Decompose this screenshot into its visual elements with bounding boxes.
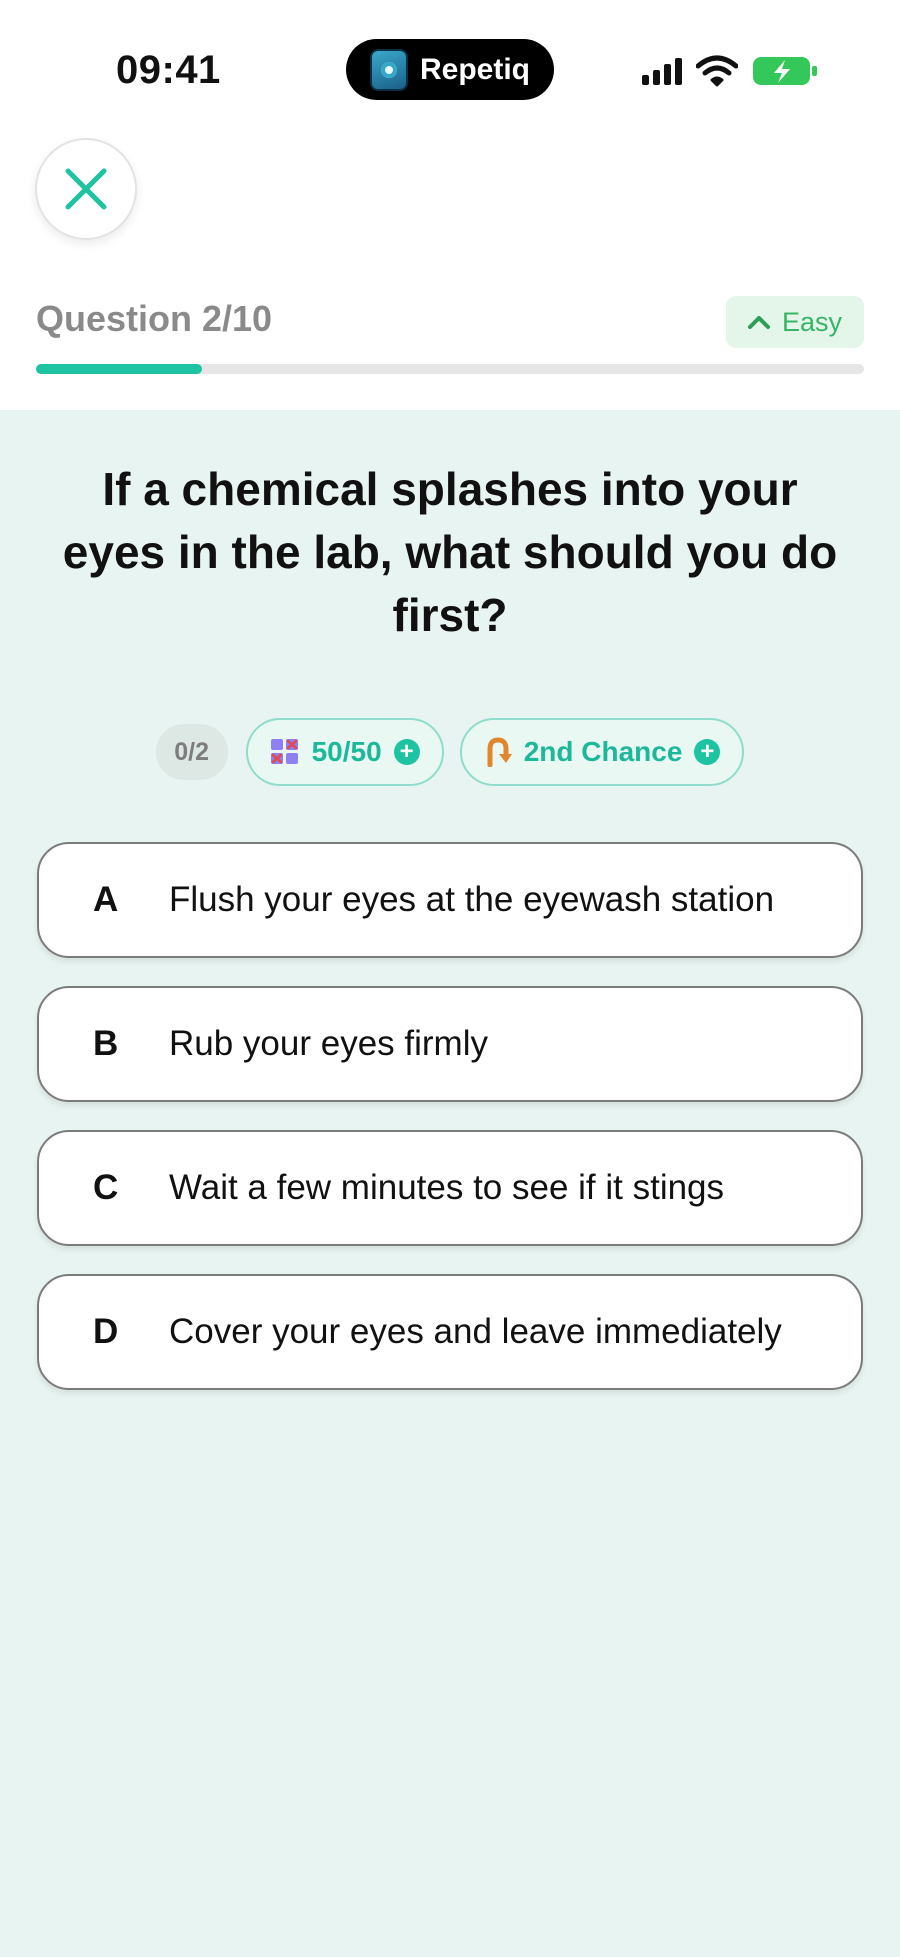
wifi-icon (696, 55, 738, 87)
answer-option-c[interactable]: C Wait a few minutes to see if it stings (37, 1130, 863, 1246)
fifty-fifty-button[interactable]: 50/50 + (245, 718, 444, 786)
battery-charging-icon (753, 57, 817, 85)
answer-text: Wait a few minutes to see if it stings (169, 1168, 725, 1207)
answer-letter: B (93, 1024, 119, 1063)
progress-bar-fill (36, 364, 202, 374)
u-turn-arrow-icon (487, 737, 512, 767)
status-icons (642, 55, 818, 87)
difficulty-label: Easy (781, 306, 843, 337)
difficulty-badge: Easy (726, 296, 864, 348)
fifty-fifty-icon (270, 739, 298, 764)
plus-icon: + (694, 739, 721, 765)
answer-list: A Flush your eyes at the eyewash station… (37, 842, 863, 1418)
answer-letter: A (93, 880, 119, 919)
lifelines-row: 0/2 50/50 + 2nd Chance + (0, 718, 900, 786)
plus-icon: + (393, 739, 420, 765)
close-x-icon (65, 168, 107, 210)
second-chance-button[interactable]: 2nd Chance + (459, 718, 745, 786)
close-button[interactable] (35, 138, 137, 240)
answer-option-a[interactable]: A Flush your eyes at the eyewash station (37, 842, 863, 958)
question-text: If a chemical splashes into your eyes in… (62, 463, 838, 641)
fifty-fifty-label: 50/50 (311, 736, 382, 767)
answer-text: Cover your eyes and leave immediately (169, 1312, 782, 1351)
app-icon (369, 48, 408, 91)
lifeline-usage-counter: 0/2 (155, 724, 228, 780)
progress-bar (36, 364, 864, 374)
answer-text: Flush your eyes at the eyewash station (169, 880, 775, 919)
answer-text: Rub your eyes firmly (169, 1024, 488, 1063)
question-counter: Question 2/10 (36, 298, 273, 339)
header-panel: 09:41 Repetiq Question 2/10 Easy (0, 0, 900, 410)
dynamic-island: Repetiq (346, 39, 554, 100)
second-chance-label: 2nd Chance (523, 736, 683, 767)
answer-option-b[interactable]: B Rub your eyes firmly (37, 986, 863, 1102)
chevron-up-icon (747, 316, 770, 329)
answer-letter: D (93, 1312, 119, 1351)
cellular-signal-icon (642, 57, 682, 85)
answer-option-d[interactable]: D Cover your eyes and leave immediately (37, 1274, 863, 1390)
status-time: 09:41 (116, 48, 221, 92)
dynamic-island-app-name: Repetiq (419, 52, 530, 86)
answer-letter: C (93, 1168, 119, 1207)
